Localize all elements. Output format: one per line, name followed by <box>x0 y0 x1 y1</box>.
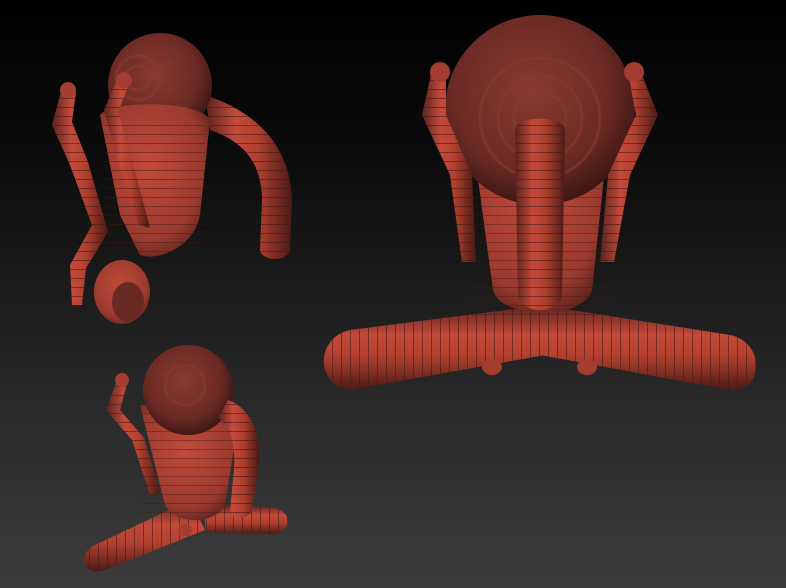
front-view-trunk-rings <box>515 118 565 310</box>
viewport-canvas[interactable] <box>0 0 786 588</box>
side-view-left-arm-rings <box>52 88 108 305</box>
side-view-foot-shade <box>112 282 144 322</box>
side-view-inner-shoulder-joint <box>116 72 132 88</box>
front-view-right-shoulder <box>624 62 644 82</box>
figure-side-view[interactable] <box>52 33 292 324</box>
figure-front-view[interactable] <box>323 15 757 391</box>
figure-three-quarter-view[interactable] <box>84 345 288 572</box>
quarter-view-toe <box>178 524 192 536</box>
sculpt-viewport[interactable] <box>0 0 786 588</box>
front-view-right-leg-rings <box>540 305 757 391</box>
front-view-left-toe <box>482 359 502 375</box>
front-view-left-shoulder <box>430 62 450 82</box>
quarter-view-shoulder <box>115 373 129 387</box>
front-view-right-toe <box>577 359 597 375</box>
side-view-right-limb-rings <box>205 95 292 259</box>
quarter-view-head <box>143 345 233 435</box>
front-view-left-leg-rings <box>323 305 545 390</box>
side-view-shoulder-joint <box>60 82 76 98</box>
